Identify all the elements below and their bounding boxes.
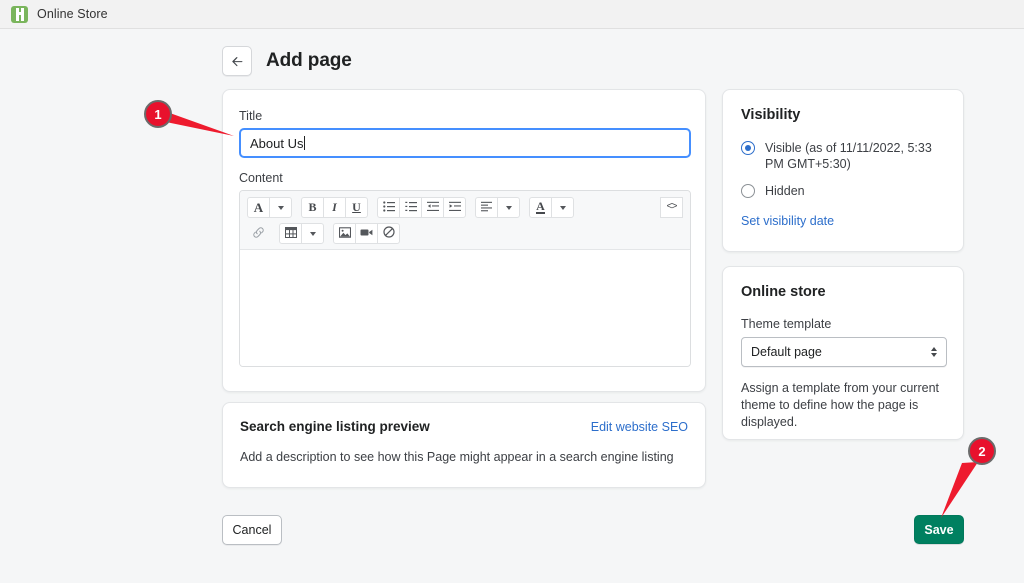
- underline-icon: U: [352, 200, 361, 214]
- table-group: [279, 223, 324, 244]
- font-style-chevron-down-icon[interactable]: [269, 197, 292, 218]
- content-editor-body[interactable]: [240, 250, 690, 366]
- visibility-visible-label: Visible (as of 11/11/2022, 5:33 PM GMT+5…: [765, 141, 932, 171]
- page-details-card: Title About Us Content A B I U A <>: [222, 89, 706, 392]
- bold-button[interactable]: B: [301, 197, 324, 218]
- text-caret: [304, 136, 306, 150]
- set-visibility-date-link[interactable]: Set visibility date: [741, 214, 834, 228]
- title-field-label: Title: [239, 109, 263, 123]
- table-icon: [284, 226, 297, 241]
- image-icon: [338, 226, 351, 241]
- list-bulleted-icon: [382, 200, 395, 215]
- text-color-icon: A: [536, 199, 545, 214]
- seo-preview-card: Search engine listing preview Edit websi…: [222, 402, 706, 488]
- align-chevron-down-icon[interactable]: [497, 197, 520, 218]
- no-entry-icon: [382, 226, 395, 241]
- align-dropdown[interactable]: [475, 197, 498, 218]
- indent-icon: [448, 201, 461, 215]
- seo-header-row: Search engine listing preview Edit websi…: [240, 419, 688, 434]
- numbered-list-button[interactable]: [399, 197, 422, 218]
- annotation-marker-2: 2: [968, 437, 996, 465]
- arrow-left-icon: [230, 54, 245, 69]
- seo-card-title: Search engine listing preview: [240, 419, 430, 434]
- theme-template-helper-text: Assign a template from your current them…: [741, 381, 939, 429]
- align-left-icon: [480, 201, 493, 215]
- insert-image-button[interactable]: [333, 223, 356, 244]
- insert-table-dropdown[interactable]: [279, 223, 302, 244]
- content-field-label: Content: [239, 171, 283, 185]
- italic-icon: I: [332, 200, 337, 214]
- annotation-arrow-2: [941, 462, 978, 518]
- up-down-chevron-icon: [931, 347, 937, 357]
- code-view-button[interactable]: <>: [660, 197, 683, 218]
- text-format-group: B I U: [301, 197, 368, 218]
- save-button[interactable]: Save: [914, 515, 964, 544]
- theme-template-select[interactable]: Default page: [741, 337, 947, 367]
- editor-toolbar-row-2: [247, 223, 683, 244]
- media-group: [333, 223, 400, 244]
- theme-template-label: Theme template: [741, 317, 832, 331]
- radio-visible[interactable]: [741, 141, 755, 155]
- app-topbar: Online Store: [0, 0, 1024, 29]
- bold-icon: B: [308, 200, 317, 214]
- link-icon: [252, 226, 265, 242]
- visibility-hidden-label: Hidden: [765, 184, 805, 198]
- visibility-option-hidden[interactable]: Hidden: [741, 183, 945, 199]
- insert-video-button[interactable]: [355, 223, 378, 244]
- back-button[interactable]: [222, 46, 252, 76]
- outdent-icon: [426, 201, 439, 215]
- edit-website-seo-link[interactable]: Edit website SEO: [591, 420, 688, 434]
- title-input[interactable]: About Us: [239, 128, 691, 158]
- title-input-value: About Us: [250, 135, 304, 151]
- page-header: Add page: [222, 46, 352, 76]
- page-title: Add page: [266, 50, 352, 71]
- topbar-title: Online Store: [37, 7, 108, 21]
- list-numbered-icon: [404, 201, 417, 215]
- insert-link-button[interactable]: [247, 223, 270, 244]
- editor-toolbar: A B I U A <>: [240, 191, 690, 250]
- font-style-group: A: [247, 197, 292, 218]
- letter-a-icon: A: [253, 199, 264, 215]
- visibility-option-visible[interactable]: Visible (as of 11/11/2022, 5:33 PM GMT+5…: [741, 140, 945, 172]
- visibility-card-title: Visibility: [741, 107, 801, 123]
- editor-toolbar-row-1: A B I U A <>: [247, 197, 683, 218]
- content-editor[interactable]: A B I U A <>: [239, 190, 691, 367]
- text-color-dropdown[interactable]: A: [529, 197, 552, 218]
- online-store-card-title: Online store: [741, 284, 826, 300]
- seo-description: Add a description to see how this Page m…: [240, 450, 674, 464]
- outdent-button[interactable]: [421, 197, 444, 218]
- italic-button[interactable]: I: [323, 197, 346, 218]
- bulleted-list-button[interactable]: [377, 197, 400, 218]
- visibility-card: Visibility Visible (as of 11/11/2022, 5:…: [722, 89, 964, 252]
- table-chevron-down-icon[interactable]: [301, 223, 324, 244]
- theme-template-value: Default page: [751, 345, 822, 359]
- online-store-logo-icon: [11, 5, 28, 23]
- video-icon: [360, 227, 373, 241]
- online-store-card: Online store Theme template Default page…: [722, 266, 964, 440]
- clear-formatting-button[interactable]: [377, 223, 400, 244]
- underline-button[interactable]: U: [345, 197, 368, 218]
- align-group: [475, 197, 520, 218]
- cancel-button[interactable]: Cancel: [222, 515, 282, 545]
- radio-hidden[interactable]: [741, 184, 755, 198]
- indent-button[interactable]: [443, 197, 466, 218]
- text-color-group: A: [529, 197, 574, 218]
- font-style-dropdown[interactable]: A: [247, 197, 270, 218]
- list-indent-group: [377, 197, 466, 218]
- annotation-marker-1: 1: [144, 100, 172, 128]
- text-color-chevron-down-icon[interactable]: [551, 197, 574, 218]
- link-group: [247, 223, 270, 244]
